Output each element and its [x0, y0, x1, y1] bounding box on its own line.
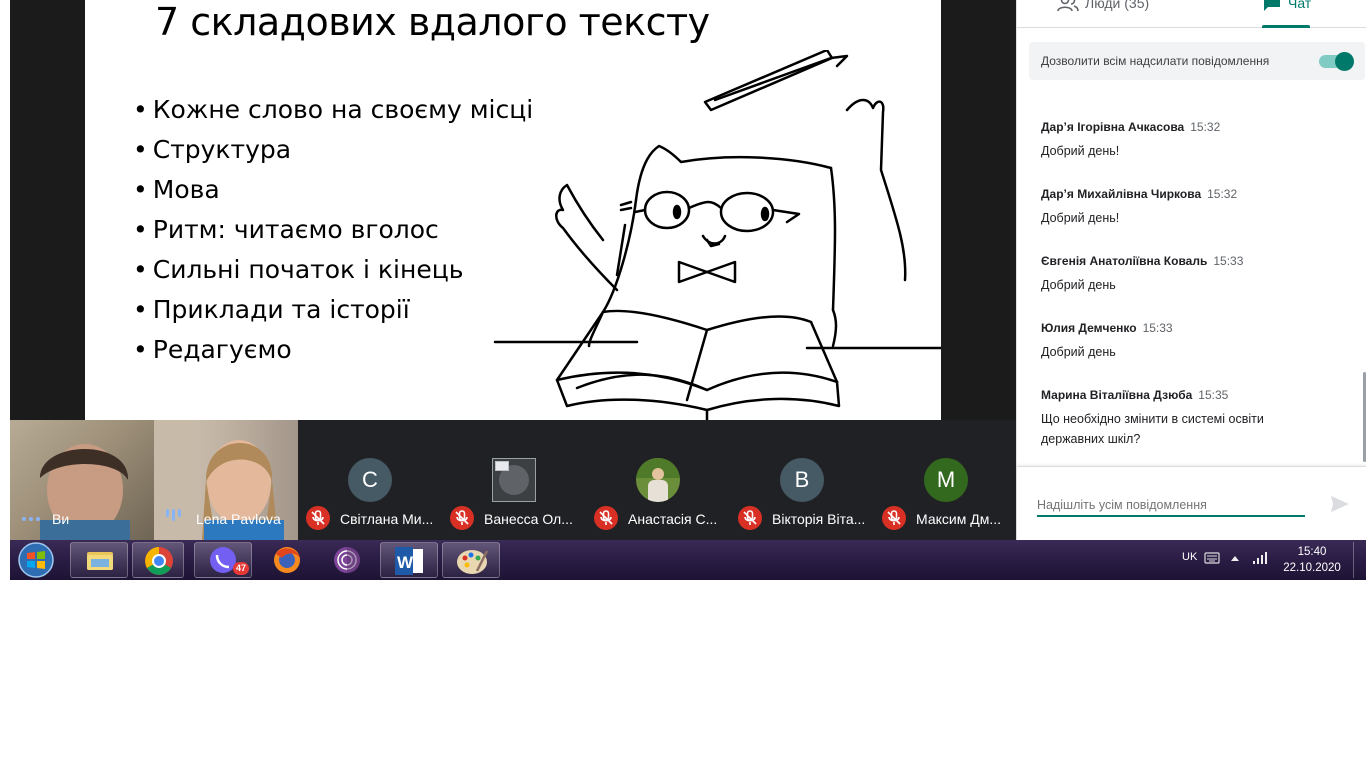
- message-text: Що необхідно змінити в системі освіти де…: [1041, 412, 1264, 446]
- screen: 7 складових вдалого тексту Кожне слово н…: [0, 0, 1366, 580]
- taskbar-chrome[interactable]: [132, 542, 184, 578]
- chat-message: Дар’я Михайлівна Чиркова 15:32 Добрий ден…: [1041, 187, 1341, 228]
- participant-strip: Ви Lena Pavlova С Світлана Ми... Ванесса…: [10, 420, 1016, 540]
- participant-name: Ви: [52, 511, 70, 527]
- keyboard-icon[interactable]: [1204, 551, 1220, 565]
- message-text: Добрий день!: [1041, 144, 1120, 158]
- participant-name: Ванесса Ол...: [484, 511, 573, 527]
- participant-tile-self[interactable]: Ви: [10, 420, 154, 540]
- tab-chat[interactable]: Чат: [1262, 0, 1311, 12]
- tab-people-label: Люди (35): [1085, 0, 1150, 11]
- word-icon: W: [395, 547, 423, 575]
- taskbar-tor-browser[interactable]: [322, 542, 372, 578]
- tab-people[interactable]: Люди (35): [1057, 0, 1149, 12]
- folder-icon: [87, 552, 113, 570]
- message-author: Дар’я Михайлівна Чиркова: [1041, 187, 1202, 201]
- audio-activity-icon: [166, 509, 181, 521]
- chat-icon: [1264, 0, 1280, 11]
- self-video-feed: [40, 444, 130, 540]
- mic-off-icon: [594, 506, 618, 530]
- participant-avatar: М: [924, 458, 968, 502]
- message-text: Добрий день!: [1041, 211, 1120, 225]
- send-icon[interactable]: [1329, 493, 1351, 515]
- message-time: 15:33: [1142, 321, 1173, 335]
- start-orb-icon[interactable]: [16, 541, 56, 579]
- toggle-knob: [1335, 52, 1354, 71]
- chat-message-input[interactable]: [1037, 495, 1305, 517]
- tab-chat-label: Чат: [1288, 0, 1312, 11]
- tor-browser-icon: [334, 547, 360, 573]
- participant-tile[interactable]: Ванесса Ол...: [442, 420, 586, 540]
- message-time: 15:32: [1207, 187, 1238, 201]
- participant-tile[interactable]: Анастасія С...: [586, 420, 730, 540]
- chat-composer: [1017, 466, 1366, 540]
- network-signal-icon[interactable]: [1252, 551, 1268, 565]
- people-icon: [1057, 0, 1079, 12]
- show-hidden-icons-icon[interactable]: [1230, 554, 1240, 562]
- taskbar-word[interactable]: W: [380, 542, 438, 578]
- taskbar-file-explorer[interactable]: [70, 542, 128, 578]
- mic-off-icon: [882, 506, 906, 530]
- participant-tile-lena[interactable]: Lena Pavlova: [154, 420, 298, 540]
- allow-messages-label: Дозволити всім надсилати повідомлення: [1041, 54, 1270, 68]
- participant-name: Світлана Ми...: [340, 511, 434, 527]
- left-border: [0, 0, 10, 580]
- presentation-area: 7 складових вдалого тексту Кожне слово н…: [10, 0, 1016, 420]
- message-author: Юлия Демченко: [1041, 321, 1137, 335]
- participant-tile[interactable]: С Світлана Ми...: [298, 420, 442, 540]
- chat-message: Дар’я Ігорівна Ачкасова 15:32 Добрий день…: [1041, 120, 1341, 161]
- participant-name: Анастасія С...: [628, 511, 718, 527]
- participant-name: Вікторія Віта...: [772, 511, 866, 527]
- meeting-stage: 7 складових вдалого тексту Кожне слово н…: [10, 0, 1016, 540]
- taskbar-paint[interactable]: [442, 542, 500, 578]
- paint-palette-icon: [457, 550, 489, 574]
- message-text: Добрий день: [1041, 345, 1116, 359]
- taskbar-clock[interactable]: 15:40 22.10.2020: [1282, 544, 1342, 576]
- chat-message: Марина Віталіївна Дзюба 15:35 Що необхідн…: [1041, 388, 1341, 449]
- participant-photo-avatar: [636, 458, 680, 502]
- clock-date: 22.10.2020: [1283, 562, 1341, 574]
- mic-off-icon: [450, 506, 474, 530]
- message-time: 15:35: [1198, 388, 1229, 402]
- participant-avatar: С: [348, 458, 392, 502]
- taskbar-viber[interactable]: 47: [194, 542, 252, 578]
- chrome-icon: [145, 547, 173, 575]
- panel-tabs: Люди (35) Чат: [1017, 0, 1366, 28]
- windows-taskbar: 47 W UK 15:40 22.10.2020: [10, 540, 1366, 580]
- allow-messages-toggle[interactable]: [1317, 52, 1354, 71]
- broken-image-avatar: [492, 458, 536, 502]
- audio-activity-icon: [22, 517, 40, 521]
- slide-title: 7 складових вдалого тексту: [155, 0, 710, 44]
- mic-off-icon: [306, 506, 330, 530]
- chat-message: Євгенія Анатоліївна Коваль 15:33 Добрий д…: [1041, 254, 1341, 295]
- language-indicator[interactable]: UK: [1182, 551, 1197, 563]
- message-author: Євгенія Анатоліївна Коваль: [1041, 254, 1208, 268]
- taskbar-firefox[interactable]: [262, 542, 312, 578]
- mic-off-icon: [738, 506, 762, 530]
- clock-time: 15:40: [1297, 546, 1327, 558]
- presentation-slide: 7 складових вдалого тексту Кожне слово н…: [85, 0, 941, 420]
- svg-text:W: W: [397, 553, 414, 572]
- participant-tile[interactable]: В Вікторія Віта...: [730, 420, 874, 540]
- message-time: 15:32: [1190, 120, 1221, 134]
- message-author: Дар’я Ігорівна Ачкасова: [1041, 120, 1185, 134]
- side-panel: Люди (35) Чат Дозволити всім надсилати п…: [1016, 0, 1366, 540]
- show-desktop-button[interactable]: [1353, 542, 1365, 578]
- allow-messages-setting: Дозволити всім надсилати повідомлення: [1029, 42, 1365, 80]
- chat-message: Юлия Демченко 15:33 Добрий день: [1041, 321, 1341, 362]
- active-tab-indicator: [1262, 25, 1310, 28]
- viber-unread-badge: 47: [232, 562, 249, 575]
- message-time: 15:33: [1213, 254, 1244, 268]
- firefox-icon: [274, 547, 300, 573]
- message-author: Марина Віталіївна Дзюба: [1041, 388, 1193, 402]
- participant-name: Максим Дм...: [916, 511, 1001, 527]
- participant-name: Lena Pavlova: [196, 511, 281, 527]
- participant-avatar: В: [780, 458, 824, 502]
- participant-tile[interactable]: М Максим Дм...: [874, 420, 1016, 540]
- owl-teacher-illustration: [493, 50, 941, 420]
- message-text: Добрий день: [1041, 278, 1116, 292]
